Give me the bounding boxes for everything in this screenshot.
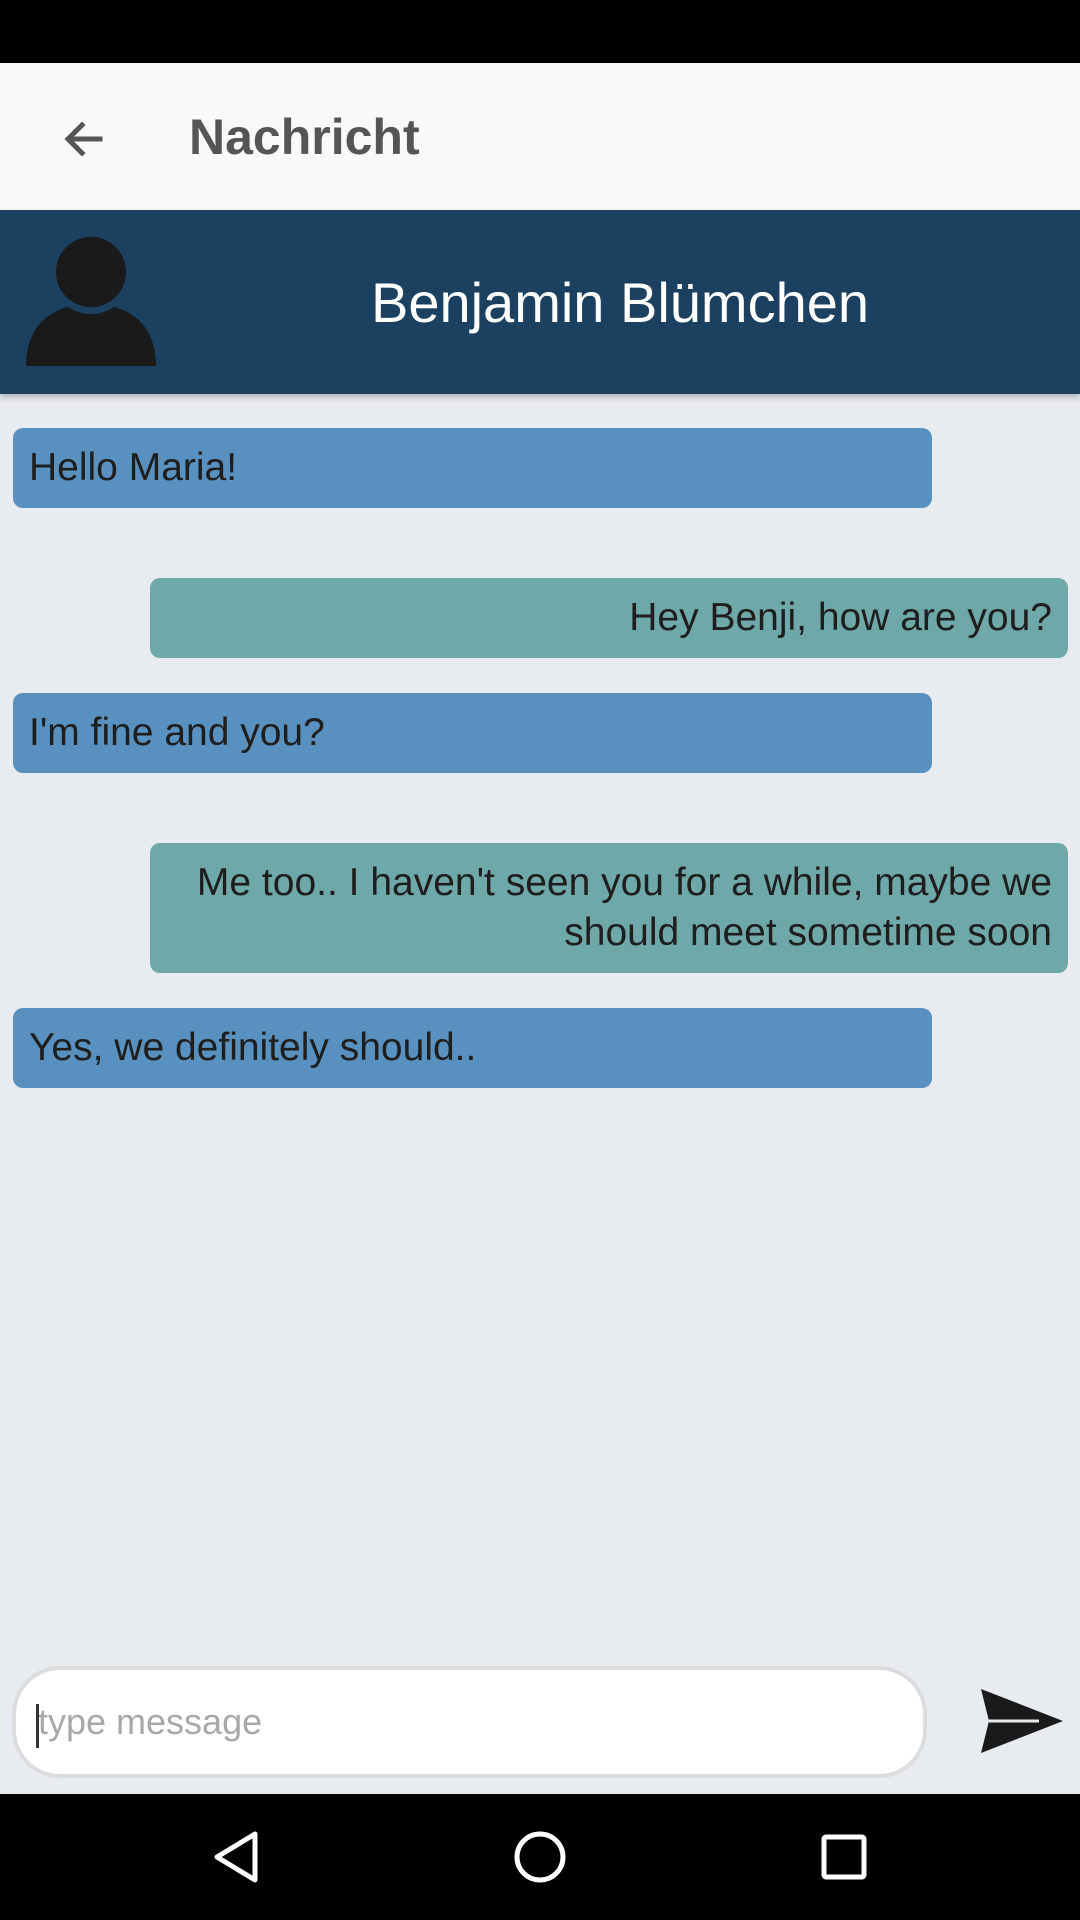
nav-recents-icon	[821, 1834, 867, 1880]
contact-header: Benjamin Blümchen	[0, 210, 1080, 394]
message-bubble-incoming: Yes, we definitely should..	[13, 1008, 932, 1088]
nav-recents-button[interactable]	[814, 1827, 874, 1887]
page-title: Nachricht	[189, 108, 420, 165]
back-button[interactable]	[52, 107, 116, 171]
send-button[interactable]	[978, 1685, 1066, 1757]
message-bubble-outgoing: Me too.. I haven't seen you for a while,…	[150, 843, 1068, 973]
person-silhouette-icon	[26, 236, 156, 366]
arrow-left-icon	[64, 121, 103, 157]
nav-home-icon	[514, 1831, 566, 1883]
status-bar	[0, 0, 1080, 63]
message-bubble-incoming: I'm fine and you?	[13, 693, 932, 773]
system-nav-bar	[0, 1794, 1080, 1920]
nav-back-button[interactable]	[206, 1827, 266, 1887]
nav-back-icon	[214, 1831, 258, 1883]
message-bubble-outgoing: Hey Benji, how are you?	[150, 578, 1068, 658]
send-icon	[981, 1689, 1063, 1753]
nav-home-button[interactable]	[510, 1827, 570, 1887]
contact-name: Benjamin Blümchen	[370, 270, 870, 334]
text-cursor	[36, 1704, 39, 1748]
app-bar: Nachricht	[0, 63, 1080, 210]
message-bubble-incoming: Hello Maria!	[13, 428, 932, 508]
compose-bar	[0, 1650, 1080, 1794]
message-input[interactable]	[12, 1666, 927, 1778]
